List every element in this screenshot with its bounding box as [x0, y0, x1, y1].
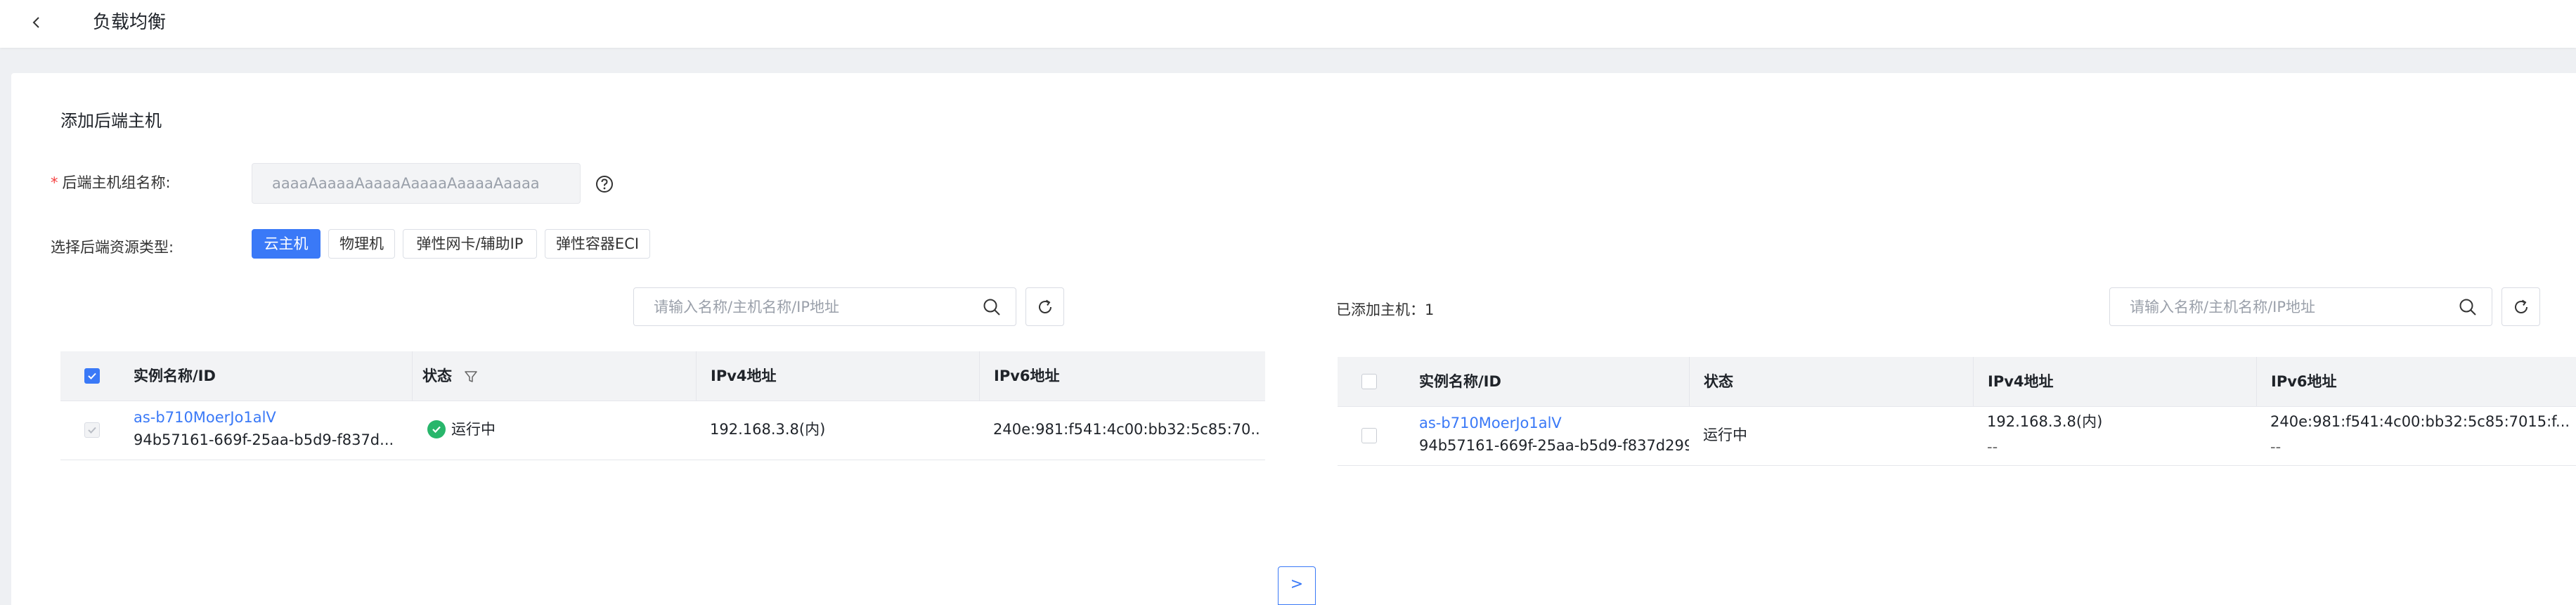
- main-card: [11, 73, 2576, 605]
- select-all-checkbox[interactable]: [84, 368, 100, 384]
- column-header-ipv4: IPv4地址: [1973, 357, 2256, 406]
- section-title: 添加后端主机: [60, 111, 162, 131]
- type-eci-button[interactable]: 弹性容器ECI: [545, 229, 650, 259]
- search-icon[interactable]: [2458, 297, 2478, 317]
- column-header-name: 实例名称/ID: [1419, 373, 1501, 390]
- check-icon: [88, 427, 96, 434]
- page-title: 负载均衡: [93, 12, 167, 33]
- question-circle-icon[interactable]: [595, 174, 614, 194]
- resource-type-label: 选择后端资源类型:: [51, 239, 174, 256]
- ipv4-extra: --: [1987, 438, 1998, 455]
- column-header-name: 实例名称/ID: [134, 367, 216, 384]
- available-hosts-table: 实例名称/ID 状态 IPv4地址 IPv6地址 as-b710MoerJo1a…: [60, 351, 1265, 464]
- right-search-box: [2109, 287, 2492, 326]
- ipv6-value: 240e:981:f541:4c00:bb32:5c85:70...: [993, 421, 1260, 438]
- column-header-status-label: 状态: [422, 367, 452, 384]
- check-circle-icon: [427, 420, 446, 438]
- type-eni-button[interactable]: 弹性网卡/辅助IP: [403, 229, 537, 259]
- row-checkbox[interactable]: [1361, 428, 1377, 443]
- column-header-ipv4: IPv4地址: [696, 351, 979, 401]
- table-row[interactable]: as-b710MoerJo1alV 94b57161-669f-25aa-b5d…: [60, 401, 1265, 460]
- table-row[interactable]: as-b710MoerJo1alV 94b57161-669f-25aa-b5d…: [1338, 407, 2576, 466]
- refresh-icon: [1038, 299, 1051, 313]
- type-cloud-host-button[interactable]: 云主机: [252, 229, 321, 259]
- top-header: 负载均衡: [0, 0, 2576, 48]
- ipv6-extra: --: [2270, 438, 2281, 455]
- column-header-ipv6: IPv6地址: [2256, 357, 2576, 406]
- ipv4-value: 192.168.3.8(内): [710, 421, 826, 438]
- group-name-label: * 后端主机组名称:: [51, 173, 171, 193]
- group-name-label-text: 后端主机组名称:: [62, 174, 171, 191]
- instance-id: 94b57161-669f-25aa-b5d9-f837d...: [134, 431, 394, 448]
- chevron-left-icon: [32, 17, 39, 28]
- back-button[interactable]: [24, 10, 49, 35]
- ipv6-value: 240e:981:f541:4c00:bb32:5c85:7015:f...: [2270, 413, 2570, 430]
- instance-id: 94b57161-669f-25aa-b5d9-f837d299: [1419, 437, 1689, 454]
- row-checkbox: [84, 422, 100, 438]
- instance-name-link[interactable]: as-b710MoerJo1alV: [1419, 412, 1562, 434]
- left-search-box: [633, 287, 1016, 326]
- status-text: 运行中: [451, 421, 496, 438]
- column-header-status: 状态: [1689, 357, 1973, 406]
- added-hosts-count: 已添加主机：1: [1336, 301, 1435, 318]
- status-text: 运行中: [1703, 427, 1747, 443]
- column-header-status: 状态: [412, 351, 696, 401]
- group-name-input[interactable]: [252, 163, 581, 204]
- left-search-input[interactable]: [634, 288, 1016, 325]
- table-header: 实例名称/ID 状态 IPv4地址 IPv6地址: [60, 351, 1265, 401]
- filter-icon[interactable]: [464, 370, 478, 384]
- instance-name-link[interactable]: as-b710MoerJo1alV: [134, 407, 276, 428]
- right-search-input[interactable]: [2110, 288, 2492, 325]
- search-icon[interactable]: [982, 297, 1002, 317]
- select-all-checkbox[interactable]: [1361, 374, 1377, 389]
- added-hosts-table: 实例名称/ID 状态 IPv4地址 IPv6地址 as-b710MoerJo1a…: [1338, 357, 2576, 469]
- column-header-ipv6: IPv6地址: [979, 351, 1265, 401]
- table-header: 实例名称/ID 状态 IPv4地址 IPv6地址: [1338, 357, 2576, 407]
- status-cell: 运行中: [427, 419, 496, 441]
- type-physical-host-button[interactable]: 物理机: [328, 229, 395, 259]
- ipv4-value: 192.168.3.8(内): [1987, 413, 2103, 430]
- transfer-right-button[interactable]: >: [1278, 566, 1316, 605]
- right-refresh-button[interactable]: [2501, 287, 2540, 326]
- required-mark: *: [51, 174, 58, 191]
- left-refresh-button[interactable]: [1025, 287, 1064, 326]
- check-icon: [88, 372, 96, 379]
- refresh-icon: [2514, 299, 2528, 313]
